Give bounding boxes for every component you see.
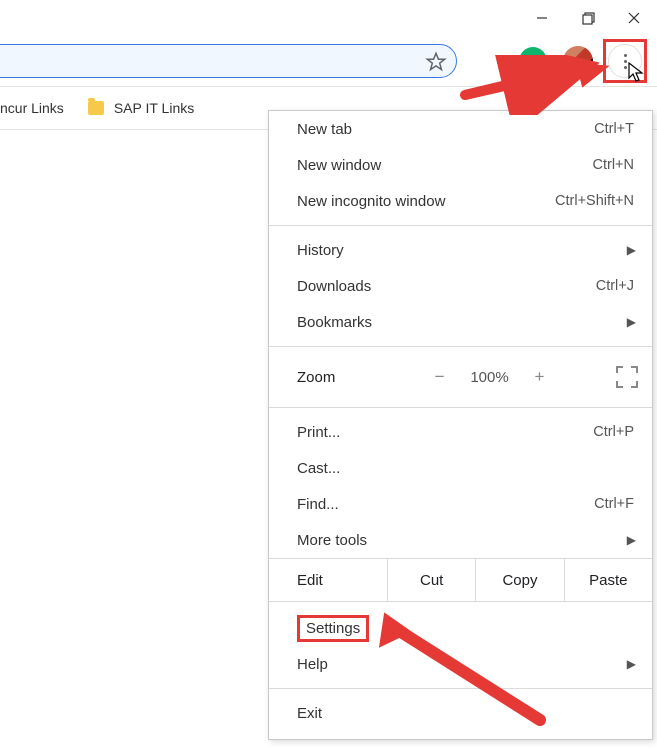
- menu-settings[interactable]: Settings: [269, 610, 652, 646]
- zoom-out-button[interactable]: −: [435, 367, 445, 387]
- menu-separator: [269, 225, 652, 226]
- menu-new-tab[interactable]: New tab Ctrl+T: [269, 111, 652, 147]
- profile-avatar[interactable]: [563, 46, 593, 76]
- minimize-button[interactable]: [519, 0, 565, 36]
- menu-bookmarks[interactable]: Bookmarks ▶: [269, 304, 652, 340]
- edit-cut-button[interactable]: Cut: [387, 559, 475, 601]
- extension-icon[interactable]: off: [519, 47, 547, 75]
- menu-label: Bookmarks: [297, 314, 372, 331]
- edit-label: Edit: [269, 572, 387, 589]
- bookmark-folder-1[interactable]: ncur Links: [0, 100, 64, 116]
- menu-label: New window: [297, 157, 381, 174]
- menu-shortcut: Ctrl+F: [594, 496, 634, 512]
- menu-separator: [269, 346, 652, 347]
- menu-label: New incognito window: [297, 193, 445, 210]
- submenu-arrow-icon: ▶: [627, 657, 636, 671]
- menu-shortcut: Ctrl+Shift+N: [555, 193, 634, 209]
- zoom-in-button[interactable]: +: [535, 367, 545, 387]
- zoom-label: Zoom: [297, 369, 387, 386]
- menu-help[interactable]: Help ▶: [269, 646, 652, 682]
- folder-icon: [88, 101, 104, 115]
- menu-label: Cast...: [297, 460, 340, 477]
- menu-history[interactable]: History ▶: [269, 232, 652, 268]
- submenu-arrow-icon: ▶: [627, 533, 636, 547]
- menu-find[interactable]: Find... Ctrl+F: [269, 486, 652, 522]
- maximize-button[interactable]: [565, 0, 611, 36]
- menu-shortcut: Ctrl+J: [596, 278, 634, 294]
- menu-label: Print...: [297, 424, 340, 441]
- settings-highlight: Settings: [297, 615, 369, 642]
- window-controls: [0, 0, 657, 36]
- bookmark-label: SAP IT Links: [114, 100, 194, 116]
- menu-label: History: [297, 242, 344, 259]
- edit-copy-button[interactable]: Copy: [475, 559, 563, 601]
- menu-more-tools[interactable]: More tools ▶: [269, 522, 652, 558]
- menu-downloads[interactable]: Downloads Ctrl+J: [269, 268, 652, 304]
- bookmark-folder-2[interactable]: SAP IT Links: [88, 100, 194, 116]
- close-button[interactable]: [611, 0, 657, 36]
- cursor-icon: [628, 62, 646, 84]
- bookmark-star-icon[interactable]: [425, 51, 447, 73]
- chrome-menu: New tab Ctrl+T New window Ctrl+N New inc…: [268, 110, 653, 740]
- menu-label: Find...: [297, 496, 339, 513]
- submenu-arrow-icon: ▶: [627, 243, 636, 257]
- menu-edit-row: Edit Cut Copy Paste: [269, 558, 652, 602]
- menu-label: Downloads: [297, 278, 371, 295]
- menu-cast[interactable]: Cast...: [269, 450, 652, 486]
- menu-print[interactable]: Print... Ctrl+P: [269, 414, 652, 450]
- menu-new-window[interactable]: New window Ctrl+N: [269, 147, 652, 183]
- extension-badge: off: [523, 68, 544, 81]
- submenu-arrow-icon: ▶: [627, 315, 636, 329]
- fullscreen-button[interactable]: [616, 366, 638, 388]
- menu-label: Settings: [306, 620, 360, 637]
- address-bar[interactable]: [0, 44, 457, 78]
- menu-label: Help: [297, 656, 328, 673]
- more-button-highlight: [603, 39, 647, 83]
- menu-shortcut: Ctrl+N: [593, 157, 635, 173]
- menu-shortcut: Ctrl+T: [594, 121, 634, 137]
- menu-incognito[interactable]: New incognito window Ctrl+Shift+N: [269, 183, 652, 219]
- zoom-value: 100%: [467, 369, 513, 386]
- menu-exit[interactable]: Exit: [269, 695, 652, 731]
- menu-label: More tools: [297, 532, 367, 549]
- menu-separator: [269, 407, 652, 408]
- menu-label: Exit: [297, 705, 322, 722]
- edit-paste-button[interactable]: Paste: [564, 559, 652, 601]
- menu-separator: [269, 688, 652, 689]
- bookmark-label: ncur Links: [0, 100, 64, 116]
- toolbar: off: [0, 36, 657, 86]
- menu-label: New tab: [297, 121, 352, 138]
- menu-shortcut: Ctrl+P: [593, 424, 634, 440]
- menu-zoom: Zoom − 100% +: [269, 353, 652, 401]
